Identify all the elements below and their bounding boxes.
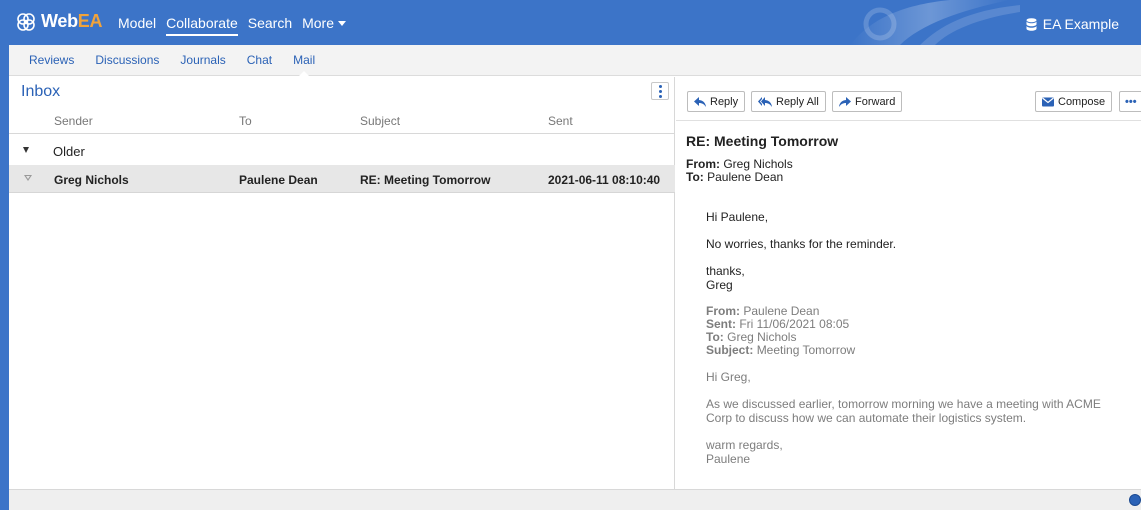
column-header-subject[interactable]: Subject <box>360 114 400 128</box>
column-header-sent[interactable]: Sent <box>548 114 573 128</box>
quoted-signoff-text: warm regards, <box>706 438 783 452</box>
webea-logo-icon <box>17 12 35 31</box>
reply-button[interactable]: Reply <box>687 91 746 112</box>
message-view: RE: Meeting Tomorrow From: Greg Nichols … <box>686 133 1131 479</box>
quoted-to: Greg Nichols <box>727 330 797 344</box>
message-body: Hi Paulene, No worries, thanks for the r… <box>706 210 1131 466</box>
quoted-body-line-2: Corp to discuss how we can automate thei… <box>706 411 1027 425</box>
chevron-down-icon <box>338 21 347 27</box>
body-greeting: Hi Paulene, <box>706 210 769 224</box>
header-decoration <box>850 0 1020 45</box>
left-accent-bar <box>0 45 9 510</box>
reply-all-icon <box>758 96 772 107</box>
status-bar <box>9 489 1141 510</box>
nav-model[interactable]: Model <box>118 13 156 33</box>
message-to: To: Paulene Dean <box>686 171 1131 184</box>
logo-prefix: Web <box>41 11 78 31</box>
model-name: EA Example <box>1042 16 1119 32</box>
top-nav: Model Collaborate Search More <box>118 0 356 45</box>
quoted-to-label: To: <box>706 330 724 344</box>
more-actions-button[interactable]: ••• <box>1119 91 1141 112</box>
logo-suffix: EA <box>77 11 103 31</box>
to-value: Paulene Dean <box>707 170 784 184</box>
logo[interactable]: WebEA <box>16 11 102 32</box>
reply-all-button[interactable]: Reply All <box>751 91 826 112</box>
kebab-menu-icon[interactable] <box>651 82 669 100</box>
group-row-older[interactable]: Older <box>9 135 675 165</box>
row-sender: Greg Nichols <box>54 173 129 187</box>
nav-more-label: More <box>302 14 335 31</box>
quoted-signoff: warm regards, Paulene <box>706 438 1131 466</box>
quoted-greeting: Hi Greg, <box>706 370 751 384</box>
mail-toolbar: Reply Reply All Forward Compose ••• <box>676 77 1141 121</box>
body-line: No worries, thanks for the reminder. <box>706 237 897 251</box>
nav-more[interactable]: More <box>302 13 347 33</box>
compose-label: Compose <box>1058 95 1106 108</box>
webea-app: WebEA Model Collaborate Search More EA E… <box>0 0 1141 510</box>
model-selector[interactable]: EA Example <box>1026 16 1119 32</box>
forward-icon <box>839 96 851 107</box>
compose-button[interactable]: Compose <box>1035 91 1113 112</box>
reply-label: Reply <box>710 95 739 108</box>
inbox-column-headers: Sender To Subject Sent <box>9 106 675 134</box>
from-label: From: <box>686 157 720 171</box>
table-row[interactable]: Greg Nichols Paulene Dean RE: Meeting To… <box>9 165 675 193</box>
database-icon <box>1026 17 1037 31</box>
quoted-body-line-1: As we discussed earlier, tomorrow mornin… <box>706 397 1101 411</box>
tab-journals[interactable]: Journals <box>180 45 225 76</box>
row-to: Paulene Dean <box>239 173 318 187</box>
quoted-subject: Meeting Tomorrow <box>756 343 856 357</box>
logo-text: WebEA <box>41 11 102 32</box>
column-header-sender[interactable]: Sender <box>54 114 93 128</box>
signature-text: Greg <box>706 278 733 292</box>
group-label: Older <box>53 144 85 159</box>
to-label: To: <box>686 170 704 184</box>
quoted-headers: From: Paulene Dean Sent: Fri 11/06/2021 … <box>706 305 1131 357</box>
nav-collaborate[interactable]: Collaborate <box>166 13 238 36</box>
tab-reviews[interactable]: Reviews <box>29 45 74 76</box>
reading-pane: Reply Reply All Forward Compose ••• RE: … <box>676 77 1141 489</box>
tab-chat[interactable]: Chat <box>247 45 272 76</box>
quoted-sent: Fri 11/06/2021 08:05 <box>739 317 850 331</box>
collapse-triangle-icon <box>23 147 29 153</box>
reply-icon <box>694 96 706 107</box>
tab-discussions[interactable]: Discussions <box>95 45 159 76</box>
status-icon[interactable] <box>1129 494 1141 506</box>
forward-button[interactable]: Forward <box>832 91 903 112</box>
top-bar: WebEA Model Collaborate Search More EA E… <box>0 0 1141 45</box>
row-subject: RE: Meeting Tomorrow <box>360 173 491 187</box>
forward-label: Forward <box>855 95 896 108</box>
quoted-from: Paulene Dean <box>743 304 820 318</box>
quoted-message: From: Paulene Dean Sent: Fri 11/06/2021 … <box>706 305 1131 467</box>
signoff-text: thanks, <box>706 264 745 278</box>
reply-all-label: Reply All <box>776 95 819 108</box>
envelope-icon <box>1042 97 1054 106</box>
inbox-pane: Inbox Sender To Subject Sent Older Greg … <box>9 77 675 489</box>
inbox-title: Inbox <box>21 83 61 100</box>
row-sent: 2021-06-11 08:10:40 <box>548 173 661 187</box>
column-header-to[interactable]: To <box>239 114 252 128</box>
body-signoff: thanks, Greg <box>706 264 1131 292</box>
quoted-from-label: From: <box>706 304 740 318</box>
quoted-subject-label: Subject: <box>706 343 754 357</box>
collaborate-tabs: Reviews Discussions Journals Chat Mail <box>9 45 1141 77</box>
nav-search[interactable]: Search <box>248 13 292 33</box>
quoted-body: As we discussed earlier, tomorrow mornin… <box>706 397 1131 425</box>
quoted-sent-label: Sent: <box>706 317 736 331</box>
from-value: Greg Nichols <box>723 157 793 171</box>
tab-mail[interactable]: Mail <box>293 45 315 77</box>
expand-triangle-icon <box>24 175 32 181</box>
quoted-signature: Paulene <box>706 452 751 466</box>
message-subject: RE: Meeting Tomorrow <box>686 133 839 149</box>
